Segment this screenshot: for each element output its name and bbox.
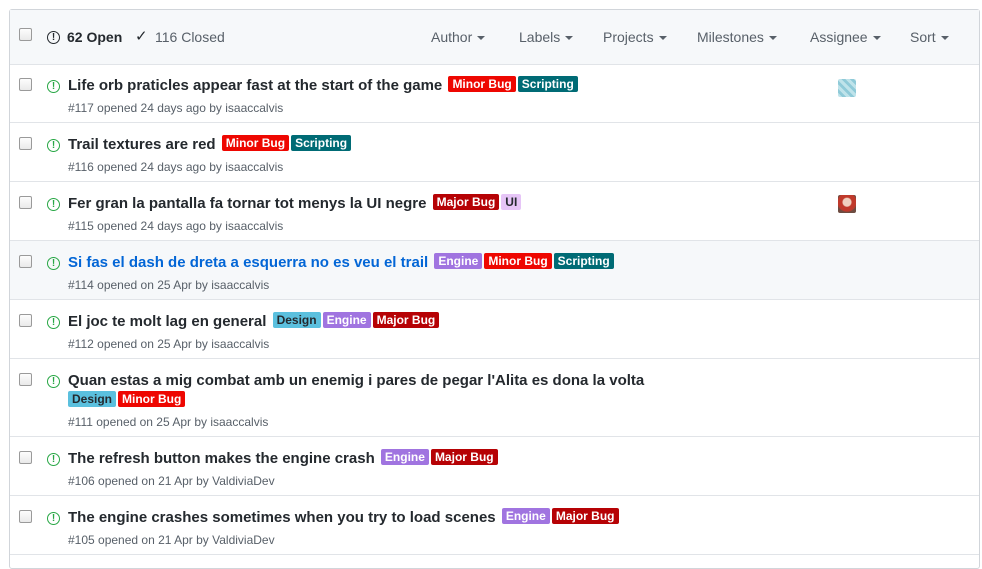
label-minor-bug[interactable]: Minor Bug	[221, 135, 290, 151]
issue-title-line: El joc te molt lag en general Design Engi…	[68, 312, 440, 332]
label-minor-bug[interactable]: Minor Bug	[484, 253, 552, 269]
issue-row: ! Trail textures are red Minor Bug Script…	[10, 123, 979, 182]
caret-down-icon	[940, 36, 949, 40]
open-issues-link[interactable]: 62 Open	[67, 29, 122, 45]
issue-row: ! The engine crashes sometimes when you …	[10, 496, 979, 555]
caret-down-icon	[872, 36, 881, 40]
label-engine[interactable]: Engine	[434, 253, 483, 269]
label-major-bug[interactable]: Major Bug	[551, 508, 619, 524]
issue-checkbox[interactable]	[19, 451, 32, 464]
label-scripting[interactable]: Scripting	[517, 76, 578, 92]
issue-checkbox[interactable]	[19, 255, 32, 268]
issue-meta: #111 opened on 25 Apr by isaaccalvis	[68, 415, 269, 429]
issue-meta: #115 opened 24 days ago by isaaccalvis	[68, 219, 284, 233]
issue-title-line: Si fas el dash de dreta a esquerra no es…	[68, 253, 614, 273]
issue-title-link[interactable]: Trail textures are red	[68, 136, 216, 153]
label-major-bug[interactable]: Major Bug	[432, 194, 500, 210]
projects-filter-dropdown[interactable]: Projects	[603, 29, 667, 45]
issue-checkbox[interactable]	[19, 314, 32, 327]
milestones-filter-dropdown[interactable]: Milestones	[697, 29, 777, 45]
label-major-bug[interactable]: Major Bug	[430, 449, 498, 465]
issue-opened-icon: !	[47, 316, 60, 329]
caret-down-icon	[768, 36, 777, 40]
issue-checkbox[interactable]	[19, 510, 32, 523]
label-design[interactable]: Design	[68, 391, 117, 407]
issue-meta: #112 opened on 25 Apr by isaaccalvis	[68, 337, 270, 351]
issue-title-link[interactable]: Si fas el dash de dreta a esquerra no es…	[68, 254, 428, 271]
issue-title-link[interactable]: The engine crashes sometimes when you tr…	[68, 509, 496, 526]
label-scripting[interactable]: Scripting	[553, 253, 614, 269]
issue-title-line: Life orb praticles appear fast at the st…	[68, 76, 578, 96]
label-major-bug[interactable]: Major Bug	[372, 312, 440, 328]
issue-opened-icon: !	[47, 257, 60, 270]
issues-list-box: ! 62 Open ✓ 116 Closed Author Labels Pro…	[9, 9, 980, 569]
issue-title-line: Fer gran la pantalla fa tornar tot menys…	[68, 194, 522, 214]
issue-checkbox[interactable]	[19, 78, 32, 91]
issue-opened-icon: !	[47, 139, 60, 152]
label-minor-bug[interactable]: Minor Bug	[118, 391, 186, 407]
label-engine[interactable]: Engine	[380, 449, 429, 465]
caret-down-icon	[477, 36, 486, 40]
caret-down-icon	[658, 36, 667, 40]
issues-list-header: ! 62 Open ✓ 116 Closed Author Labels Pro…	[10, 10, 979, 65]
issue-opened-icon: !	[47, 31, 60, 44]
issue-title-line: Trail textures are red Minor Bug Scriptin…	[68, 135, 352, 155]
issue-row: ! El joc te molt lag en general Design En…	[10, 300, 979, 359]
issue-title-link[interactable]: El joc te molt lag en general	[68, 313, 266, 330]
label-design[interactable]: Design	[272, 312, 321, 328]
check-icon: ✓	[135, 28, 148, 45]
label-engine[interactable]: Engine	[501, 508, 550, 524]
issue-meta: #106 opened on 21 Apr by ValdiviaDev	[68, 474, 275, 488]
issue-row: ! Si fas el dash de dreta a esquerra no …	[10, 241, 979, 300]
issue-title-line: The refresh button makes the engine cras…	[68, 449, 498, 469]
issue-title-line: The engine crashes sometimes when you tr…	[68, 508, 619, 528]
identicon-avatar-icon[interactable]	[838, 79, 856, 97]
label-minor-bug[interactable]: Minor Bug	[448, 76, 516, 92]
issue-checkbox[interactable]	[19, 373, 32, 386]
issue-meta: #105 opened on 21 Apr by ValdiviaDev	[68, 533, 275, 547]
issue-meta: #116 opened 24 days ago by isaaccalvis	[68, 160, 284, 174]
issue-row: ! Fer gran la pantalla fa tornar tot men…	[10, 182, 979, 241]
closed-issues-link[interactable]: 116 Closed	[155, 29, 225, 45]
issue-opened-icon: !	[47, 198, 60, 211]
issue-meta: #114 opened on 25 Apr by isaaccalvis	[68, 278, 270, 292]
issue-title-link[interactable]: Life orb praticles appear fast at the st…	[68, 77, 442, 94]
label-engine[interactable]: Engine	[322, 312, 371, 328]
issue-title-link[interactable]: Quan estas a mig combat amb un enemig i …	[68, 372, 644, 389]
issue-opened-icon: !	[47, 80, 60, 93]
issue-checkbox[interactable]	[19, 196, 32, 209]
assignee-filter-dropdown[interactable]: Assignee	[810, 29, 881, 45]
issue-checkbox[interactable]	[19, 137, 32, 150]
issue-title-link[interactable]: Fer gran la pantalla fa tornar tot menys…	[68, 195, 426, 212]
labels-filter-dropdown[interactable]: Labels	[519, 29, 574, 45]
issue-title-link[interactable]: The refresh button makes the engine cras…	[68, 450, 375, 467]
author-filter-dropdown[interactable]: Author	[431, 29, 486, 45]
issue-title-line: Quan estas a mig combat amb un enemig i …	[68, 371, 644, 391]
issue-opened-icon: !	[47, 375, 60, 388]
issue-labels-line: Design Minor Bug	[68, 391, 187, 410]
caret-down-icon	[565, 36, 574, 40]
issue-row: ! Life orb praticles appear fast at the …	[10, 64, 979, 123]
issue-opened-icon: !	[47, 512, 60, 525]
issue-opened-icon: !	[47, 453, 60, 466]
label-ui[interactable]: UI	[501, 194, 522, 210]
issue-meta: #117 opened 24 days ago by isaaccalvis	[68, 101, 284, 115]
select-all-checkbox[interactable]	[19, 28, 32, 41]
issue-row: ! Quan estas a mig combat amb un enemig …	[10, 359, 979, 437]
user-avatar-icon[interactable]	[838, 195, 856, 213]
label-scripting[interactable]: Scripting	[291, 135, 352, 151]
issue-row: ! The refresh button makes the engine cr…	[10, 437, 979, 496]
sort-dropdown[interactable]: Sort	[910, 29, 949, 45]
